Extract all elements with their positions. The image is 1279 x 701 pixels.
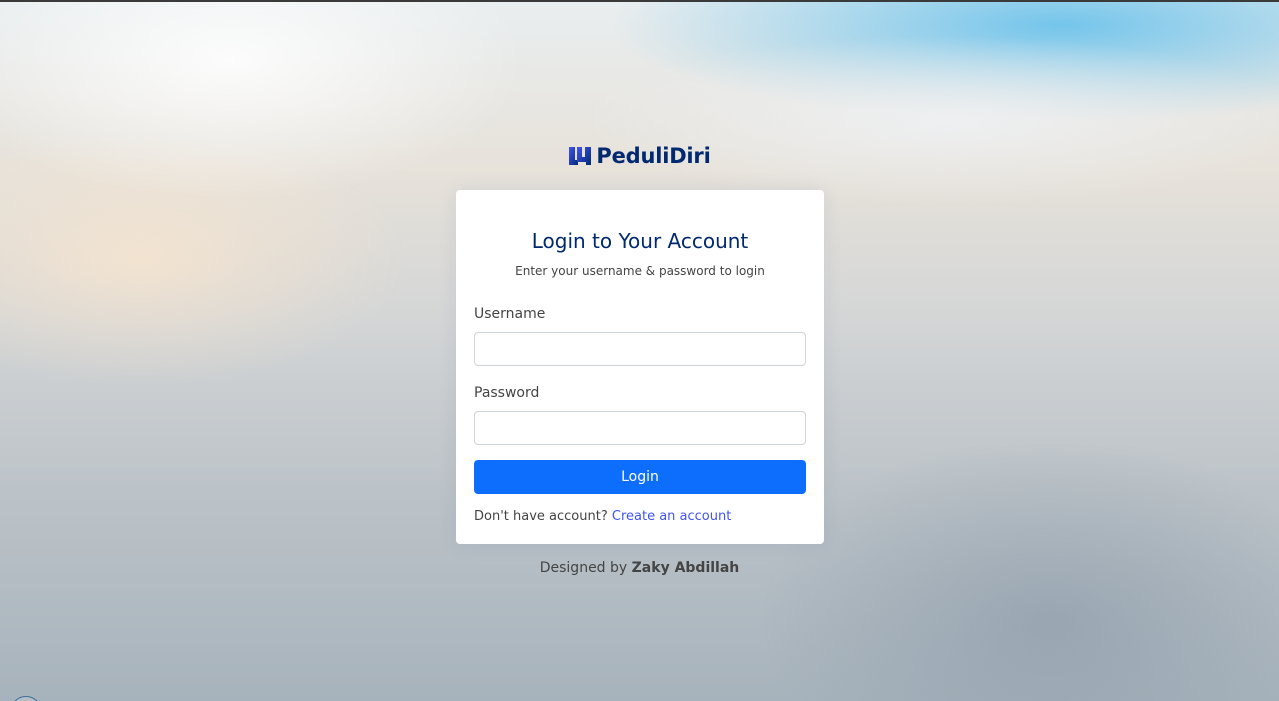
- corner-widget[interactable]: [10, 696, 42, 701]
- username-label: Username: [474, 306, 546, 322]
- brand-logo-icon: [569, 147, 592, 165]
- brand-logo[interactable]: PeduliDiri: [0, 144, 1279, 168]
- username-input[interactable]: [474, 332, 806, 366]
- login-subtitle: Enter your username & password to login: [515, 264, 765, 278]
- login-title: Login to Your Account: [531, 229, 749, 253]
- credits: Designed by Zaky Abdillah: [0, 560, 1279, 576]
- create-account-link[interactable]: Create an account: [612, 509, 731, 524]
- password-label: Password: [474, 385, 540, 401]
- login-card: Login to Your Account Enter your usernam…: [456, 190, 824, 544]
- login-button[interactable]: Login: [474, 460, 806, 494]
- brand-name: PeduliDiri: [596, 144, 711, 168]
- password-input[interactable]: [474, 411, 806, 445]
- signup-prompt: Don't have account?: [474, 509, 608, 524]
- credits-label: Designed by: [539, 560, 628, 576]
- credits-designer: Zaky Abdillah: [631, 560, 740, 576]
- signup-line: Don't have account? Create an account: [474, 509, 806, 525]
